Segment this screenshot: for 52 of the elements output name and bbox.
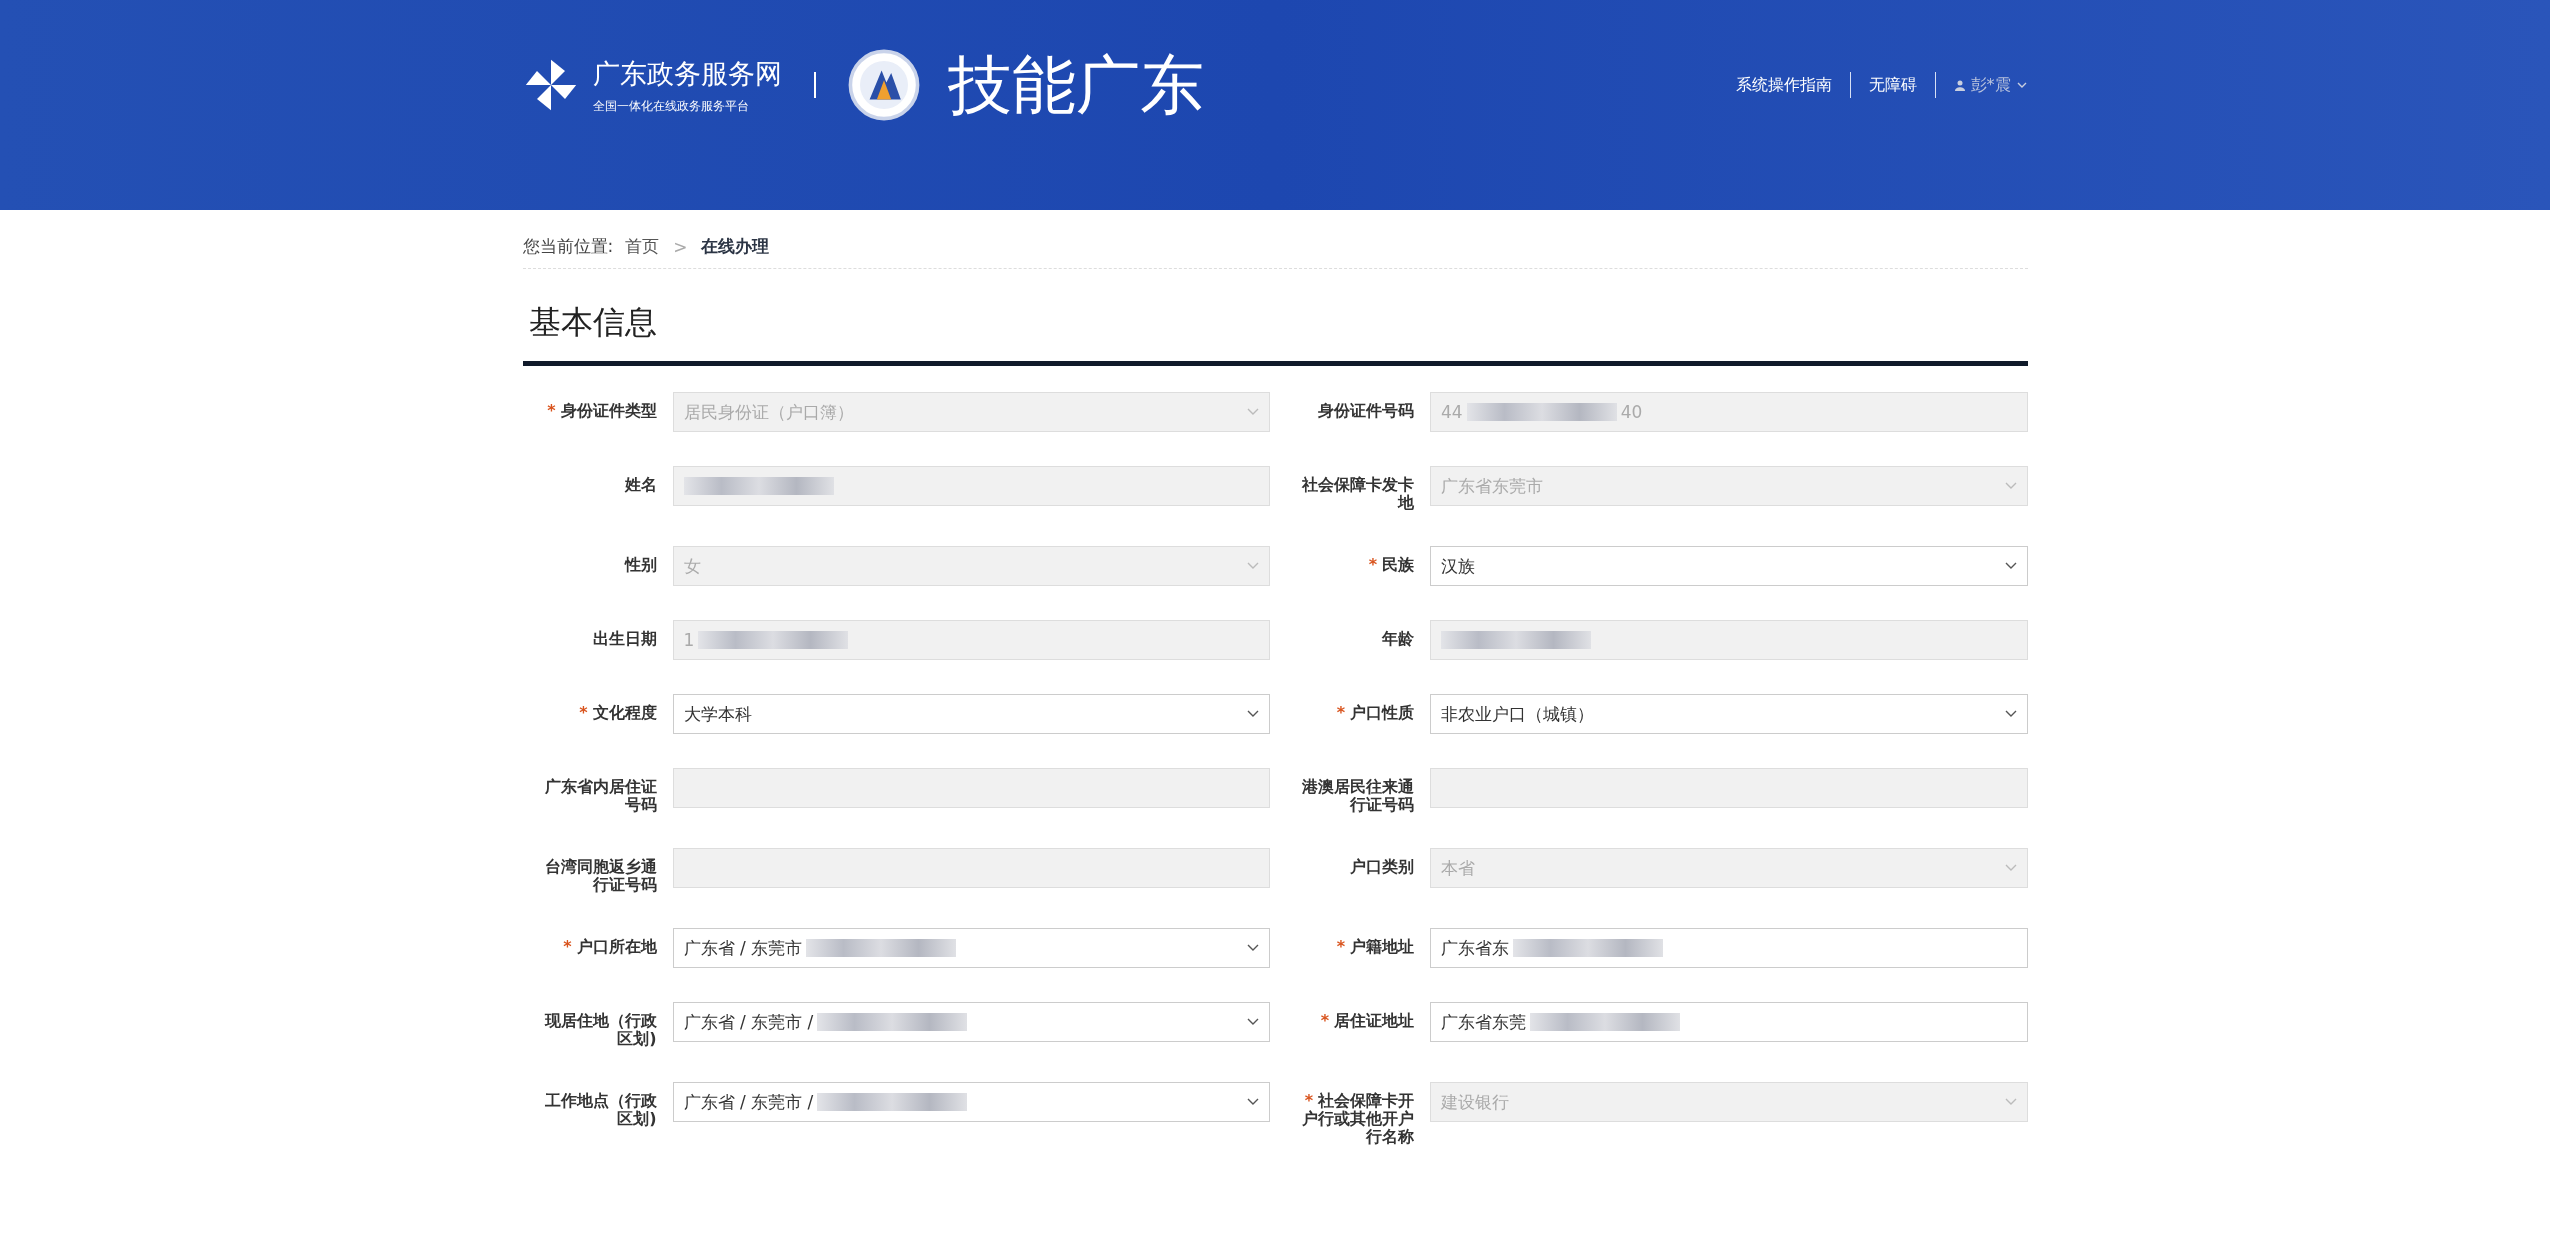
dropdown-field[interactable]: 广东省 / 东莞市 / (672, 1082, 1270, 1122)
chevron-down-icon (2004, 562, 2017, 570)
user-icon (1953, 79, 1966, 91)
breadcrumb-label: 您当前位置: (522, 235, 614, 258)
breadcrumb-separator: > (673, 236, 688, 257)
field-label: * 户口性质 (1335, 702, 1414, 722)
dropdown-field[interactable]: 非农业户口（城镇） (1430, 694, 2028, 734)
field-label: 身份证件号码 (1317, 400, 1414, 420)
field-label: 年龄 (1381, 628, 1414, 648)
emblem-logo-icon (847, 49, 920, 121)
dropdown-field[interactable]: 广东省 / 东莞市 (672, 928, 1270, 968)
dropdown-field[interactable]: 汉族 (1430, 546, 2028, 586)
chevron-down-icon (1247, 944, 1259, 952)
field-label: 台湾同胞返乡通行证号码 (543, 856, 657, 894)
field-label: * 社会保障卡开户行或其他开户行名称 (1301, 1090, 1414, 1146)
user-menu[interactable]: 彭*震 (1953, 74, 2028, 96)
site-title: 技能广东 (947, 46, 1204, 124)
chevron-down-icon (2004, 710, 2017, 718)
header-link[interactable]: 无障碍 (1868, 74, 1917, 96)
field-label: * 文化程度 (578, 702, 657, 722)
portal-name: 广东政务服务网 (592, 56, 782, 91)
input-field[interactable]: 广东省东莞 (1430, 1002, 2028, 1042)
field-label: 工作地点（行政区划) (543, 1090, 657, 1128)
field-label: 性别 (623, 554, 657, 574)
dropdown-field[interactable]: 大学本科 (672, 694, 1270, 734)
section-title: 基本信息 (528, 302, 658, 343)
field-label: * 居住证地址 (1319, 1010, 1414, 1030)
chevron-down-icon (1247, 408, 1259, 416)
chevron-down-icon (1247, 1018, 1259, 1026)
field-label: * 户口所在地 (562, 936, 657, 956)
field-label: 户口类别 (1349, 856, 1414, 876)
chevron-down-icon (1247, 1098, 1259, 1106)
field-label: 出生日期 (591, 628, 657, 648)
field-label: 港澳居民往来通行证号码 (1301, 776, 1414, 814)
field-label: * 民族 (1367, 554, 1414, 574)
field-label: 社会保障卡发卡地 (1301, 474, 1414, 512)
field-label: 广东省内居住证号码 (543, 776, 657, 814)
field-label: * 身份证件类型 (546, 400, 657, 420)
chevron-down-icon (1247, 710, 1259, 718)
field-label: 姓名 (623, 474, 657, 494)
dropdown-field[interactable]: 广东省 / 东莞市 / (672, 1002, 1270, 1042)
chevron-down-icon (2004, 864, 2017, 872)
portal-slogan: 全国一体化在线政务服务平台 (592, 97, 750, 115)
breadcrumb-link[interactable]: 首页 (625, 235, 660, 258)
input-field[interactable]: 广东省东 (1430, 928, 2028, 968)
chevron-down-icon (2004, 1098, 2017, 1106)
breadcrumb-link[interactable]: 在线办理 (701, 235, 770, 258)
field-label: * 户籍地址 (1335, 936, 1414, 956)
chevron-down-icon (2004, 482, 2017, 490)
chevron-down-icon (1247, 562, 1259, 570)
field-label: 现居住地（行政区划) (543, 1010, 657, 1048)
header-link[interactable]: 系统操作指南 (1735, 74, 1832, 96)
